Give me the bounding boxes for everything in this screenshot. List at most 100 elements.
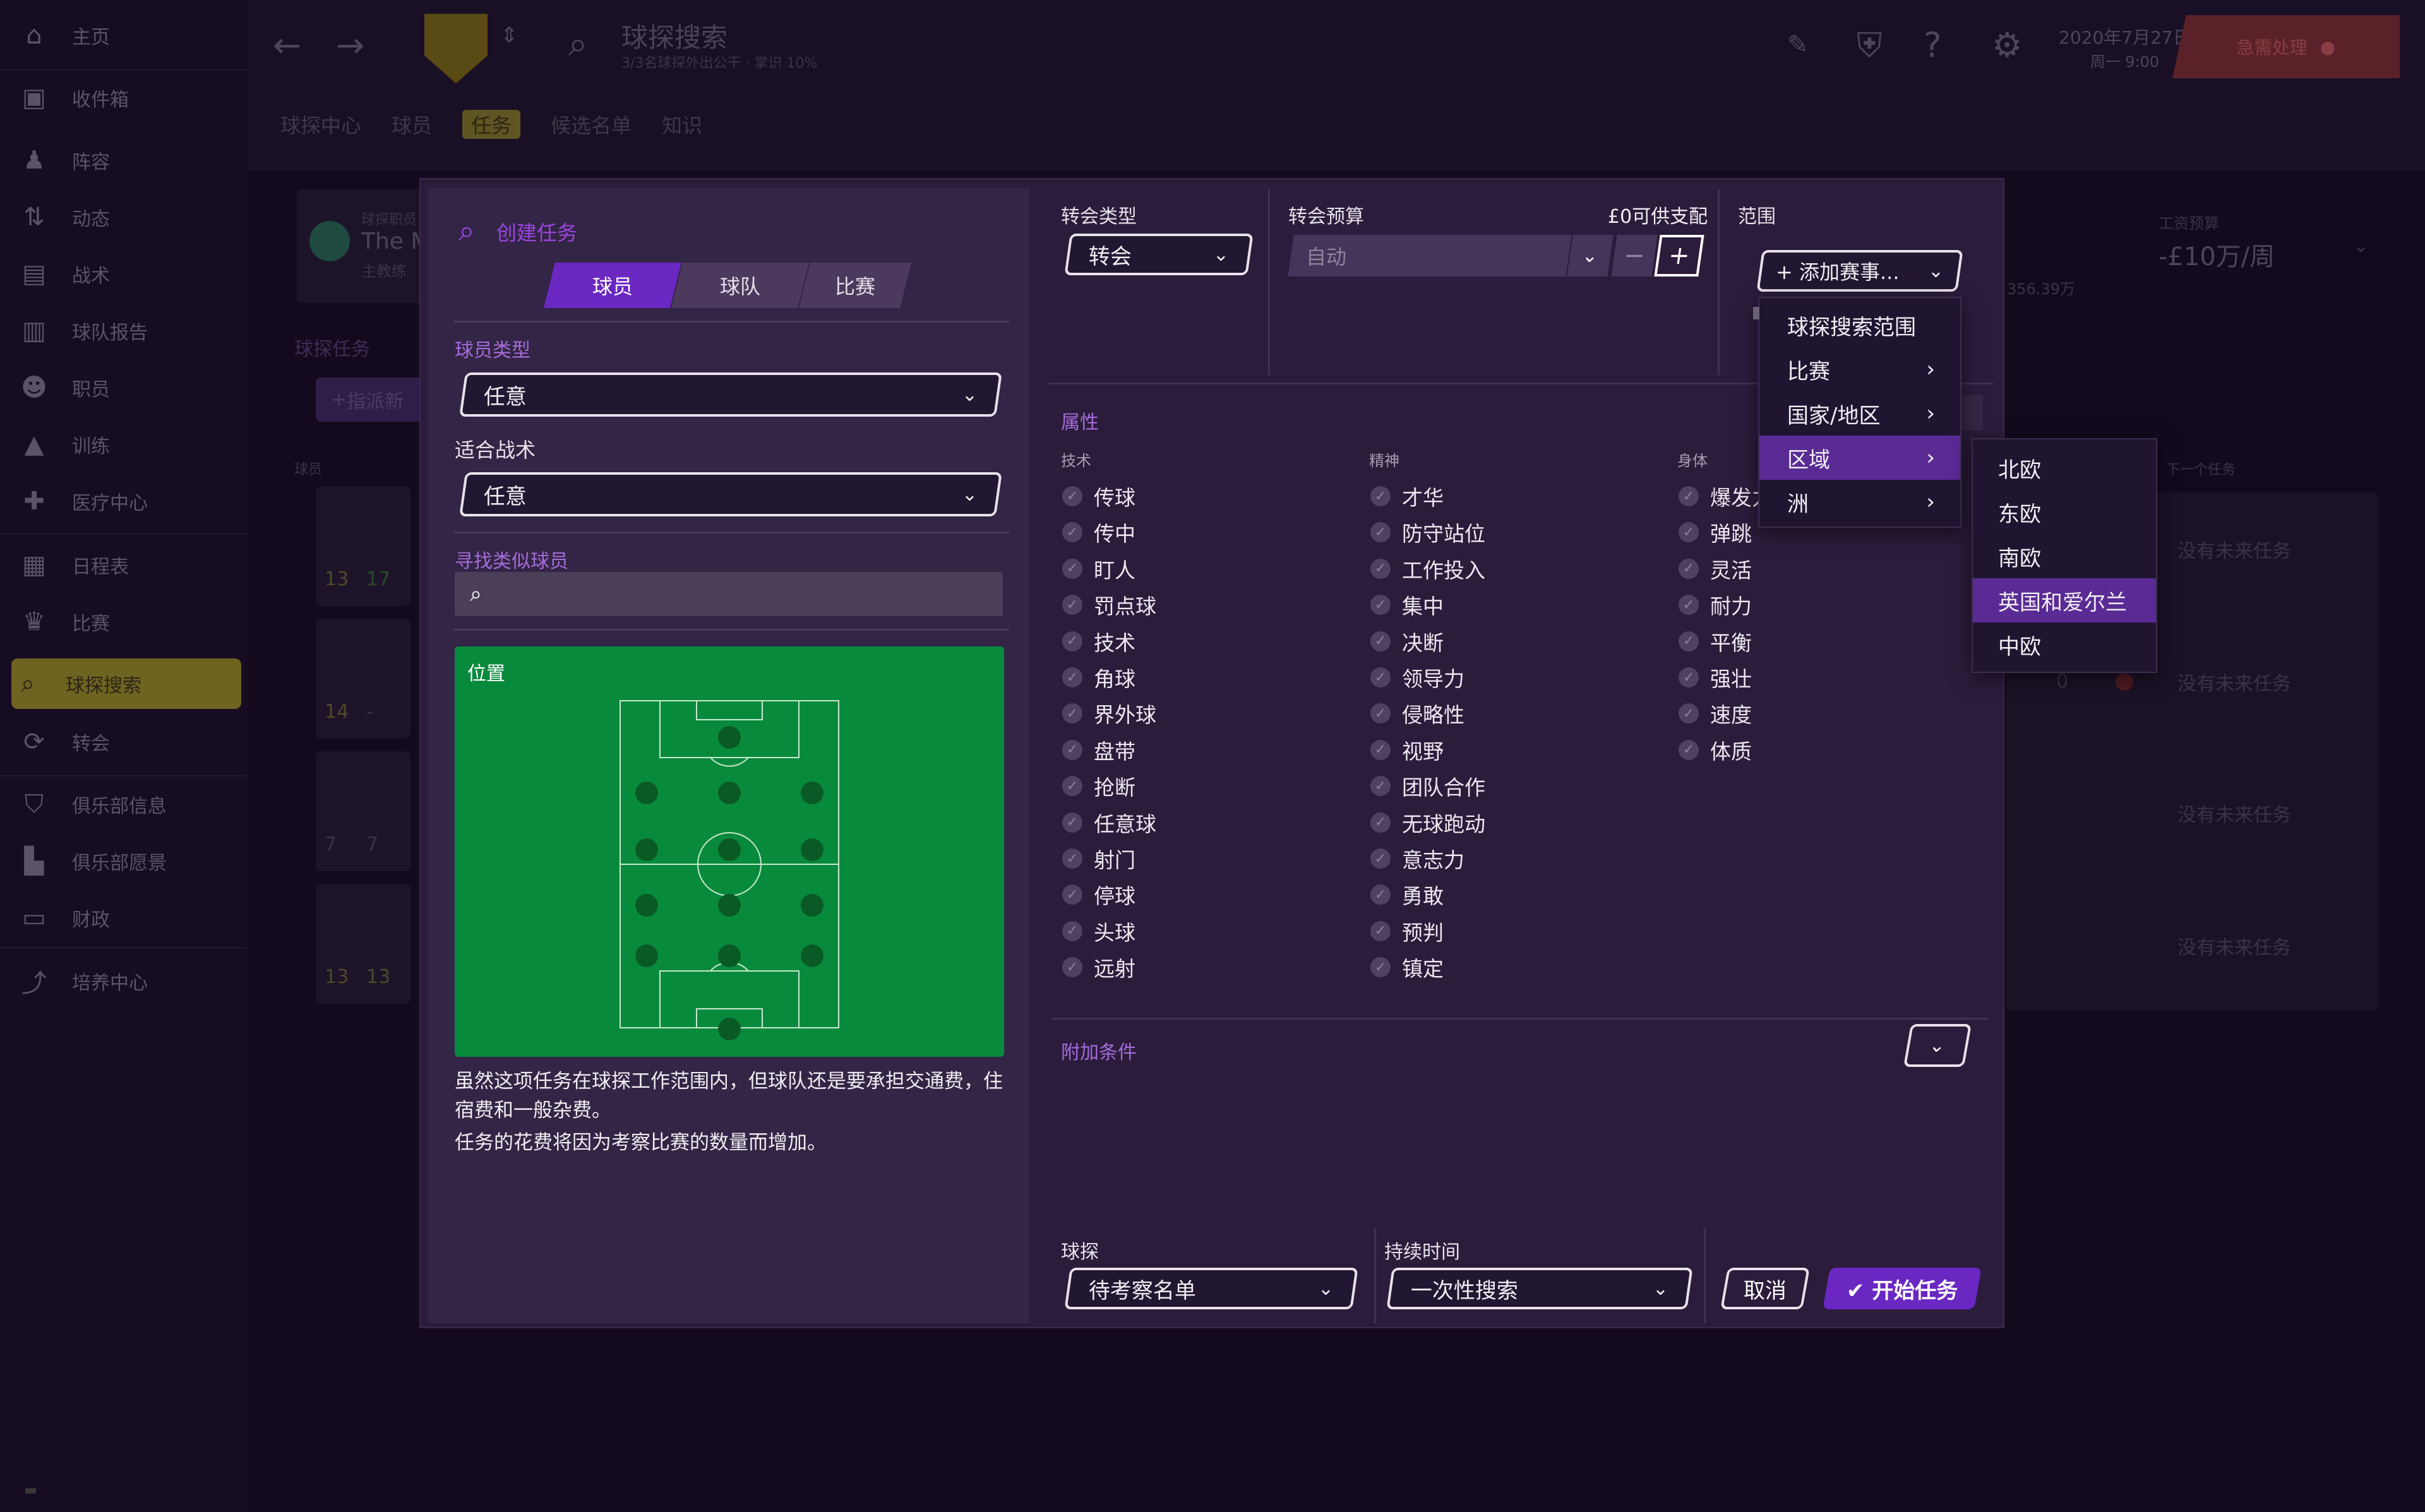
attribute-checkbox-tech-3[interactable]: ✓ 罚点球: [1062, 590, 1156, 620]
attribute-checkbox-mental-13[interactable]: ✓ 镇定: [1370, 952, 1444, 982]
add-competition-button[interactable]: + 添加赛事... ⌄: [1756, 250, 1963, 292]
transfer-type-dropdown[interactable]: 转会 ⌄: [1064, 234, 1254, 275]
sidebar-item-medical[interactable]: ✚ 医疗中心: [18, 476, 148, 527]
attribute-checkbox-tech-10[interactable]: ✓ 射门: [1062, 843, 1135, 874]
attribute-checkbox-mental-7[interactable]: ✓ 视野: [1370, 735, 1444, 765]
sidebar-item-tactics[interactable]: ▤ 战术: [18, 249, 110, 299]
attribute-checkbox-phys-4[interactable]: ✓ 平衡: [1679, 626, 1752, 657]
menu-item-continent[interactable]: 洲 ›: [1759, 480, 1960, 524]
attribute-checkbox-tech-2[interactable]: ✓ 盯人: [1062, 554, 1135, 584]
attribute-checkbox-mental-6[interactable]: ✓ 侵略性: [1370, 698, 1464, 729]
attribute-checkbox-phys-7[interactable]: ✓ 体质: [1679, 735, 1752, 765]
attribute-checkbox-mental-3[interactable]: ✓ 集中: [1370, 590, 1444, 620]
attribute-checkbox-tech-7[interactable]: ✓ 盘带: [1062, 735, 1135, 765]
budget-input[interactable]: 自动: [1288, 235, 1572, 277]
attribute-checkbox-mental-9[interactable]: ✓ 无球跑动: [1370, 807, 1485, 838]
edit-icon[interactable]: ✎: [1787, 30, 1809, 59]
attribute-checkbox-mental-2[interactable]: ✓ 工作投入: [1370, 554, 1485, 584]
forward-arrow-icon[interactable]: →: [336, 25, 364, 65]
attribute-checkbox-phys-2[interactable]: ✓ 灵活: [1679, 554, 1752, 584]
sidebar: ⌂ 主页 ▣ 收件箱 ♟ 阵容 ⇅ 动态 ▤ 战术 ▥ 球队报告 ☻ 职员 ▲ 训练 ✚ 医疗中心…: [0, 0, 248, 1512]
attribute-checkbox-mental-12[interactable]: ✓ 预判: [1370, 916, 1444, 946]
attribute-checkbox-phys-1[interactable]: ✓ 弹跳: [1679, 517, 1752, 547]
menu-item-region[interactable]: 区域 ›: [1759, 436, 1960, 480]
attribute-checkbox-tech-8[interactable]: ✓ 抢断: [1062, 771, 1135, 801]
attribute-checkbox-phys-5[interactable]: ✓ 强壮: [1679, 662, 1752, 693]
sidebar-item-scouting[interactable]: ⌕ 球探搜索: [11, 658, 241, 709]
attribute-checkbox-tech-6[interactable]: ✓ 界外球: [1062, 698, 1156, 729]
shield-icon[interactable]: ⛨: [1857, 25, 1883, 66]
sidebar-item-competitions[interactable]: ♛ 比赛: [18, 597, 110, 647]
divider: [0, 533, 248, 535]
subnav-tasks[interactable]: 任务: [462, 110, 521, 139]
amount-value: 356.39万: [2007, 280, 2075, 298]
sidebar-item-club-info[interactable]: ⛉ 俱乐部信息: [18, 779, 167, 830]
decrease-button[interactable]: −: [1611, 235, 1658, 277]
help-icon[interactable]: ?: [1924, 25, 1942, 65]
duration-dropdown[interactable]: 一次性搜索 ⌄: [1386, 1268, 1693, 1309]
menu-item-southern-europe[interactable]: 南欧: [1973, 534, 2156, 578]
attribute-checkbox-tech-1[interactable]: ✓ 传中: [1062, 517, 1135, 547]
start-task-button[interactable]: ✔ 开始任务: [1823, 1268, 1982, 1309]
sidebar-item-squad[interactable]: ♟ 阵容: [18, 135, 110, 186]
menu-item-scouting-range[interactable]: 球探搜索范围: [1759, 303, 1960, 347]
attribute-checkbox-tech-5[interactable]: ✓ 角球: [1062, 662, 1135, 693]
date-display: 2020年7月27日 周一 9:00: [2059, 24, 2191, 71]
menu-item-central-europe[interactable]: 中欧: [1973, 622, 2156, 667]
sidebar-item-development[interactable]: ⤴ 培养中心: [18, 956, 148, 1006]
player-type-dropdown[interactable]: 任意 ⌄: [459, 372, 1002, 417]
sidebar-item-inbox[interactable]: ▣ 收件箱: [18, 73, 129, 123]
attribute-checkbox-tech-4[interactable]: ✓ 技术: [1062, 626, 1135, 657]
increase-button[interactable]: +: [1654, 235, 1704, 277]
menu-item-northern-europe[interactable]: 北欧: [1973, 446, 2156, 490]
sidebar-item-transfers[interactable]: ⟳ 转会: [18, 717, 110, 767]
attribute-checkbox-phys-3[interactable]: ✓ 耐力: [1679, 590, 1752, 620]
position-pitch[interactable]: 位置: [455, 646, 1004, 1057]
attribute-checkbox-mental-11[interactable]: ✓ 勇敢: [1370, 879, 1444, 910]
attribute-checkbox-mental-10[interactable]: ✓ 意志力: [1370, 843, 1464, 874]
sidebar-item-schedule[interactable]: ▦ 日程表: [18, 540, 129, 590]
attribute-checkbox-mental-4[interactable]: ✓ 决断: [1370, 626, 1444, 657]
back-arrow-icon[interactable]: ←: [273, 25, 301, 65]
subnav-players[interactable]: 球员: [392, 110, 432, 139]
attribute-checkbox-mental-0[interactable]: ✓ 才华: [1370, 481, 1444, 511]
chevron-down-icon[interactable]: ⌄: [2353, 235, 2369, 257]
sidebar-item-finance[interactable]: ▭ 财政: [18, 893, 110, 943]
cancel-button[interactable]: 取消: [1720, 1268, 1810, 1309]
budget-dropdown-button[interactable]: ⌄: [1567, 235, 1614, 277]
alert-button[interactable]: 急需处理 ●: [2172, 15, 2400, 78]
tab-team[interactable]: 球队: [671, 263, 809, 308]
attribute-checkbox-mental-1[interactable]: ✓ 防守站位: [1370, 517, 1485, 547]
gear-icon[interactable]: ⚙: [1992, 25, 2022, 65]
similar-player-search-input[interactable]: ⌕: [455, 572, 1003, 616]
chevron-updown-icon[interactable]: ⇕: [500, 23, 518, 48]
attribute-checkbox-tech-13[interactable]: ✓ 远射: [1062, 952, 1135, 982]
attribute-checkbox-tech-0[interactable]: ✓ 传球: [1062, 481, 1135, 511]
menu-item-eastern-europe[interactable]: 东欧: [1973, 490, 2156, 534]
menu-item-competition[interactable]: 比赛 ›: [1759, 347, 1960, 391]
sidebar-item-dynamics[interactable]: ⇅ 动态: [18, 192, 110, 242]
subnav-knowledge[interactable]: 知识: [662, 110, 702, 139]
subnav-shortlist[interactable]: 候选名单: [551, 110, 632, 139]
sidebar-item-training[interactable]: ▲ 训练: [18, 419, 110, 470]
attribute-checkbox-tech-11[interactable]: ✓ 停球: [1062, 879, 1135, 910]
attribute-checkbox-tech-12[interactable]: ✓ 头球: [1062, 916, 1135, 946]
attribute-checkbox-phys-6[interactable]: ✓ 速度: [1679, 698, 1752, 729]
extra-conditions-toggle[interactable]: ⌄: [1903, 1024, 1972, 1067]
menu-item-country[interactable]: 国家/地区 ›: [1759, 391, 1960, 436]
menu-item-uk-ireland[interactable]: 英国和爱尔兰: [1973, 578, 2156, 622]
sidebar-item-vision[interactable]: ▙ 俱乐部愿景: [18, 836, 167, 886]
assign-button[interactable]: + 指派新: [316, 378, 423, 422]
sidebar-item-report[interactable]: ▥ 球队报告: [18, 306, 148, 356]
attribute-checkbox-tech-9[interactable]: ✓ 任意球: [1062, 807, 1156, 838]
tab-match[interactable]: 比赛: [799, 263, 911, 308]
tab-player[interactable]: 球员: [544, 263, 681, 308]
subnav-scouting-center[interactable]: 球探中心: [280, 110, 361, 139]
scout-dropdown[interactable]: 待考察名单 ⌄: [1064, 1268, 1358, 1309]
check-icon: ✓: [1370, 812, 1391, 833]
attribute-checkbox-mental-8[interactable]: ✓ 团队合作: [1370, 771, 1485, 801]
tactic-dropdown[interactable]: 任意 ⌄: [459, 472, 1002, 516]
sidebar-item-staff[interactable]: ☻ 职员: [18, 362, 110, 413]
attribute-checkbox-mental-5[interactable]: ✓ 领导力: [1370, 662, 1464, 693]
sidebar-item-home[interactable]: ⌂ 主页: [18, 10, 110, 61]
